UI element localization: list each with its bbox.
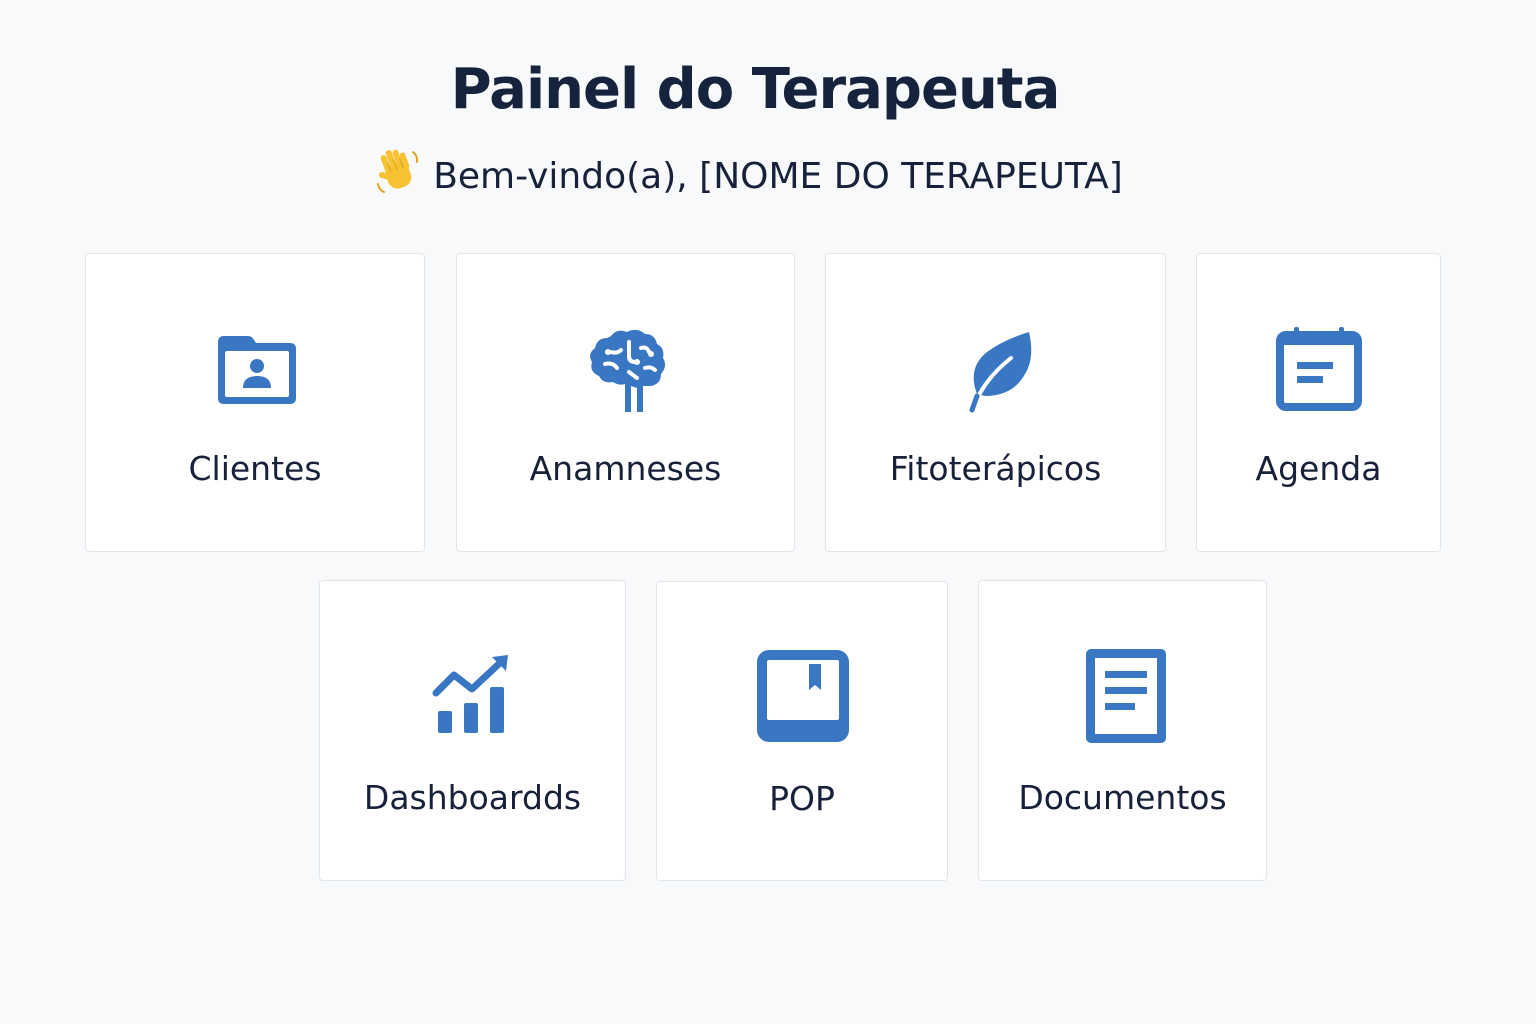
- card-label: Dashboardds: [363, 778, 582, 817]
- anamneses-card[interactable]: Anamneses: [456, 253, 795, 552]
- card-label: Documentos: [1018, 778, 1227, 817]
- agenda-card[interactable]: Agenda: [1196, 253, 1441, 552]
- card-label: Fitoterápicos: [889, 449, 1102, 488]
- documentos-card[interactable]: Documentos: [978, 580, 1267, 881]
- document-icon: [1068, 643, 1178, 753]
- card-label: Anamneses: [529, 449, 722, 488]
- dashboards-card[interactable]: Dashboardds: [319, 580, 626, 881]
- card-label: Agenda: [1255, 449, 1382, 488]
- card-label: POP: [769, 779, 835, 818]
- welcome-message: Bem-vindo(a), [NOME DO TERAPEUTA]: [0, 146, 1496, 213]
- leaf-icon: [941, 312, 1051, 422]
- waving-hand-icon: [373, 146, 423, 213]
- greeting-text: Bem-vindo(a), [NOME DO TERAPEUTA]: [433, 156, 1123, 197]
- clientes-card[interactable]: Clientes: [85, 253, 425, 552]
- page-title: Painel do Terapeuta: [450, 57, 1061, 122]
- book-bookmark-icon: [747, 644, 857, 754]
- calendar-icon: [1264, 312, 1374, 422]
- brain-icon: [571, 312, 681, 422]
- client-folder-icon: [200, 312, 310, 422]
- fitoterapicos-card[interactable]: Fitoterápicos: [825, 253, 1166, 552]
- card-label: Clientes: [188, 449, 322, 488]
- pop-card[interactable]: POP: [656, 581, 948, 881]
- chart-trend-icon: [418, 643, 528, 753]
